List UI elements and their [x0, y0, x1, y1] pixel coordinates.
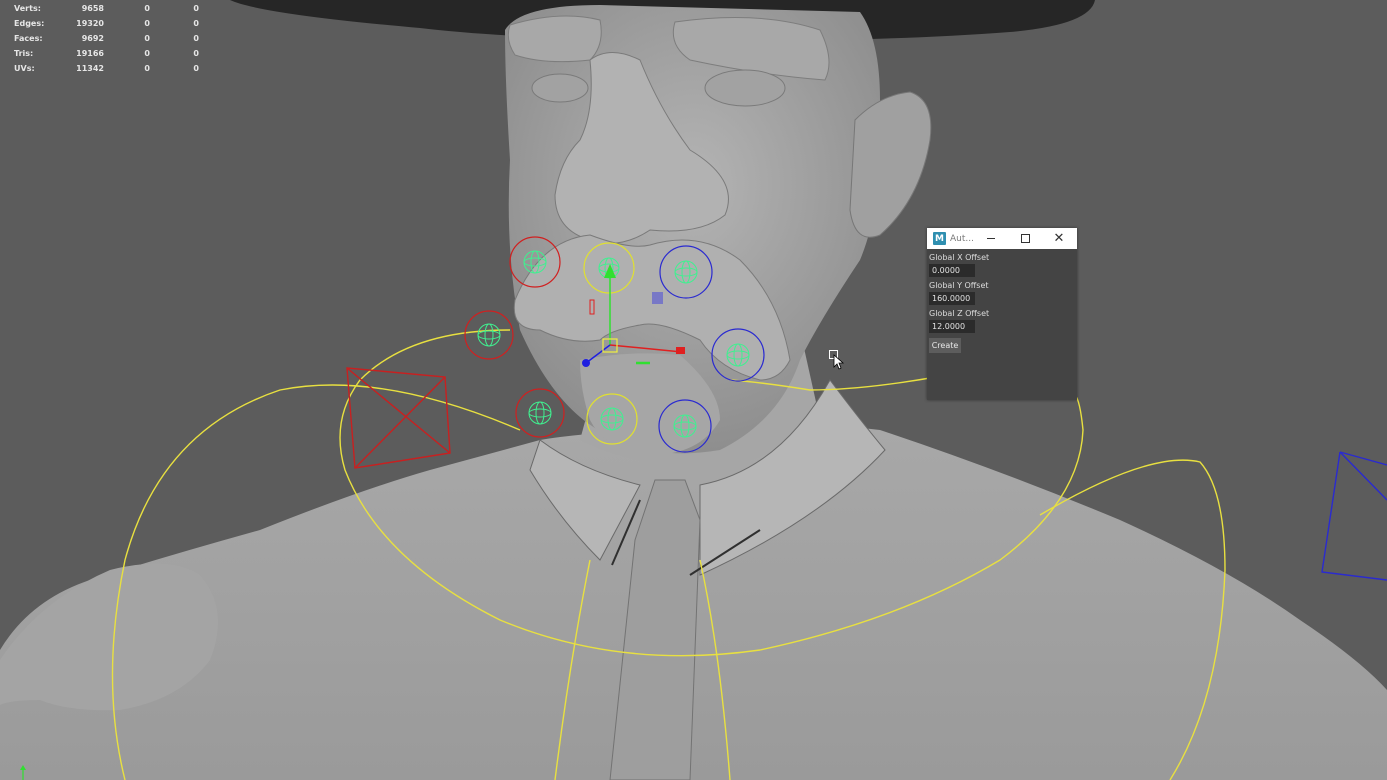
right-eye: [704, 69, 786, 107]
hud-value: 0: [144, 34, 150, 43]
global-y-offset-input[interactable]: [929, 292, 975, 305]
hud-value: 0: [144, 19, 150, 28]
manipulator-plane-handle[interactable]: [652, 292, 663, 304]
view-axis-icon: [20, 765, 26, 780]
hud-value: 0: [193, 34, 199, 43]
global-x-offset-input[interactable]: [929, 264, 975, 277]
hud-value: 11342: [76, 64, 104, 73]
global-z-offset-input[interactable]: [929, 320, 975, 333]
hud-value: 0: [193, 19, 199, 28]
hud-value: 19320: [76, 19, 104, 28]
global-x-offset-label: Global X Offset: [929, 253, 990, 262]
offset-fields: Global X Offset Global Y Offset Global Z O…: [927, 253, 1077, 333]
hud-value: 0: [193, 4, 199, 13]
character-ear: [849, 91, 932, 238]
blue-locator[interactable]: [1321, 451, 1387, 581]
hud-value: 0: [144, 4, 150, 13]
global-y-offset-label: Global Y Offset: [929, 281, 989, 290]
ctrl-mid-left[interactable]: [464, 310, 514, 360]
close-icon: ✕: [1053, 231, 1065, 246]
window-titlebar[interactable]: M Aut... ✕: [927, 228, 1077, 249]
hud-value: 9692: [81, 34, 104, 43]
hud-value: 0: [144, 49, 150, 58]
minimize-button[interactable]: [980, 228, 1002, 249]
maximize-button[interactable]: [1014, 228, 1036, 249]
joint-lower-left[interactable]: [528, 401, 552, 425]
hud-value: 9658: [81, 4, 104, 13]
hud-row: Tris: 19166 0 0: [14, 46, 199, 61]
manipulator-x-handle[interactable]: [676, 347, 685, 354]
hud-row: UVs: 11342 0 0: [14, 61, 199, 76]
hud-label: Edges:: [14, 19, 45, 28]
viewport-scene[interactable]: [0, 0, 1387, 780]
joint-mid-left[interactable]: [477, 323, 501, 347]
red-locator[interactable]: [346, 367, 451, 469]
maya-app-icon: M: [933, 232, 946, 245]
hud-row: Faces: 9692 0 0: [14, 31, 199, 46]
hud-label: Tris:: [14, 49, 34, 58]
hud-label: Verts:: [14, 4, 41, 13]
poly-count-hud: Verts: 9658 0 0 Edges: 19320 0 0 Faces: 9692 0 0 Tri…: [14, 1, 199, 76]
window-title: Aut...: [950, 233, 974, 244]
hud-label: UVs:: [14, 64, 35, 73]
minimize-icon: [987, 238, 995, 239]
hud-row: Edges: 19320 0 0: [14, 16, 199, 31]
mouse-cursor-icon: [829, 350, 845, 370]
hud-label: Faces:: [14, 34, 43, 43]
create-button[interactable]: Create: [929, 338, 961, 353]
maximize-icon: [1020, 234, 1030, 243]
auto-rig-tool-window[interactable]: M Aut... ✕ Global X Offset Global Y Offse…: [927, 228, 1077, 400]
left-eye: [531, 73, 589, 103]
3d-viewport[interactable]: Verts: 9658 0 0 Edges: 19320 0 0 Faces: 9692 0 0 Tri…: [0, 0, 1387, 780]
global-z-offset-label: Global Z Offset: [929, 309, 990, 318]
hud-value: 0: [193, 64, 199, 73]
close-button[interactable]: ✕: [1048, 228, 1070, 249]
hud-value: 19166: [76, 49, 104, 58]
hud-value: 0: [193, 49, 199, 58]
hud-row: Verts: 9658 0 0: [14, 1, 199, 16]
left-eyebrow: [507, 15, 602, 63]
ctrl-lower-left[interactable]: [515, 388, 565, 438]
manipulator-z-handle[interactable]: [582, 359, 590, 367]
hud-value: 0: [144, 64, 150, 73]
